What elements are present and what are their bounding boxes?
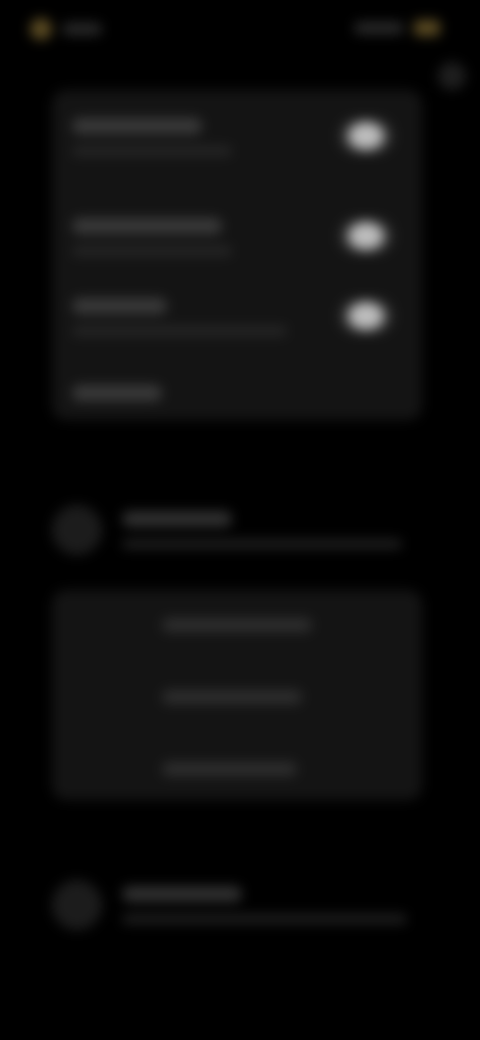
list-item[interactable] xyxy=(162,690,302,704)
section-header-1[interactable] xyxy=(52,505,402,555)
section-title xyxy=(122,886,242,902)
section-title xyxy=(122,511,232,527)
setting-row-title xyxy=(72,298,167,314)
list-item[interactable] xyxy=(162,762,297,776)
settings-panel xyxy=(52,90,422,420)
status-left xyxy=(30,18,102,40)
setting-row-subtitle xyxy=(72,246,232,256)
setting-row-subtitle xyxy=(72,146,232,156)
section-title-block xyxy=(122,886,407,924)
section-header-2[interactable] xyxy=(52,880,407,930)
setting-row-subtitle xyxy=(72,326,287,336)
status-right xyxy=(354,20,440,36)
section-list-panel xyxy=(52,590,422,800)
circle-icon xyxy=(52,880,102,930)
battery-icon xyxy=(414,20,440,36)
toggle-switch[interactable] xyxy=(338,298,394,334)
status-bar xyxy=(0,0,480,60)
section-subtitle xyxy=(122,914,407,924)
setting-row-title xyxy=(72,218,222,234)
status-left-text xyxy=(62,23,102,35)
list-item[interactable] xyxy=(162,618,312,632)
section-subtitle xyxy=(122,539,402,549)
status-right-text xyxy=(354,22,404,34)
circle-icon xyxy=(52,505,102,555)
status-dot-icon xyxy=(30,18,52,40)
corner-button[interactable] xyxy=(438,62,466,90)
section-title-block xyxy=(122,511,402,549)
screen xyxy=(0,0,480,1040)
toggle-switch[interactable] xyxy=(338,218,394,254)
setting-row-title xyxy=(72,385,162,401)
toggle-switch[interactable] xyxy=(338,118,394,154)
setting-row-title xyxy=(72,118,202,134)
